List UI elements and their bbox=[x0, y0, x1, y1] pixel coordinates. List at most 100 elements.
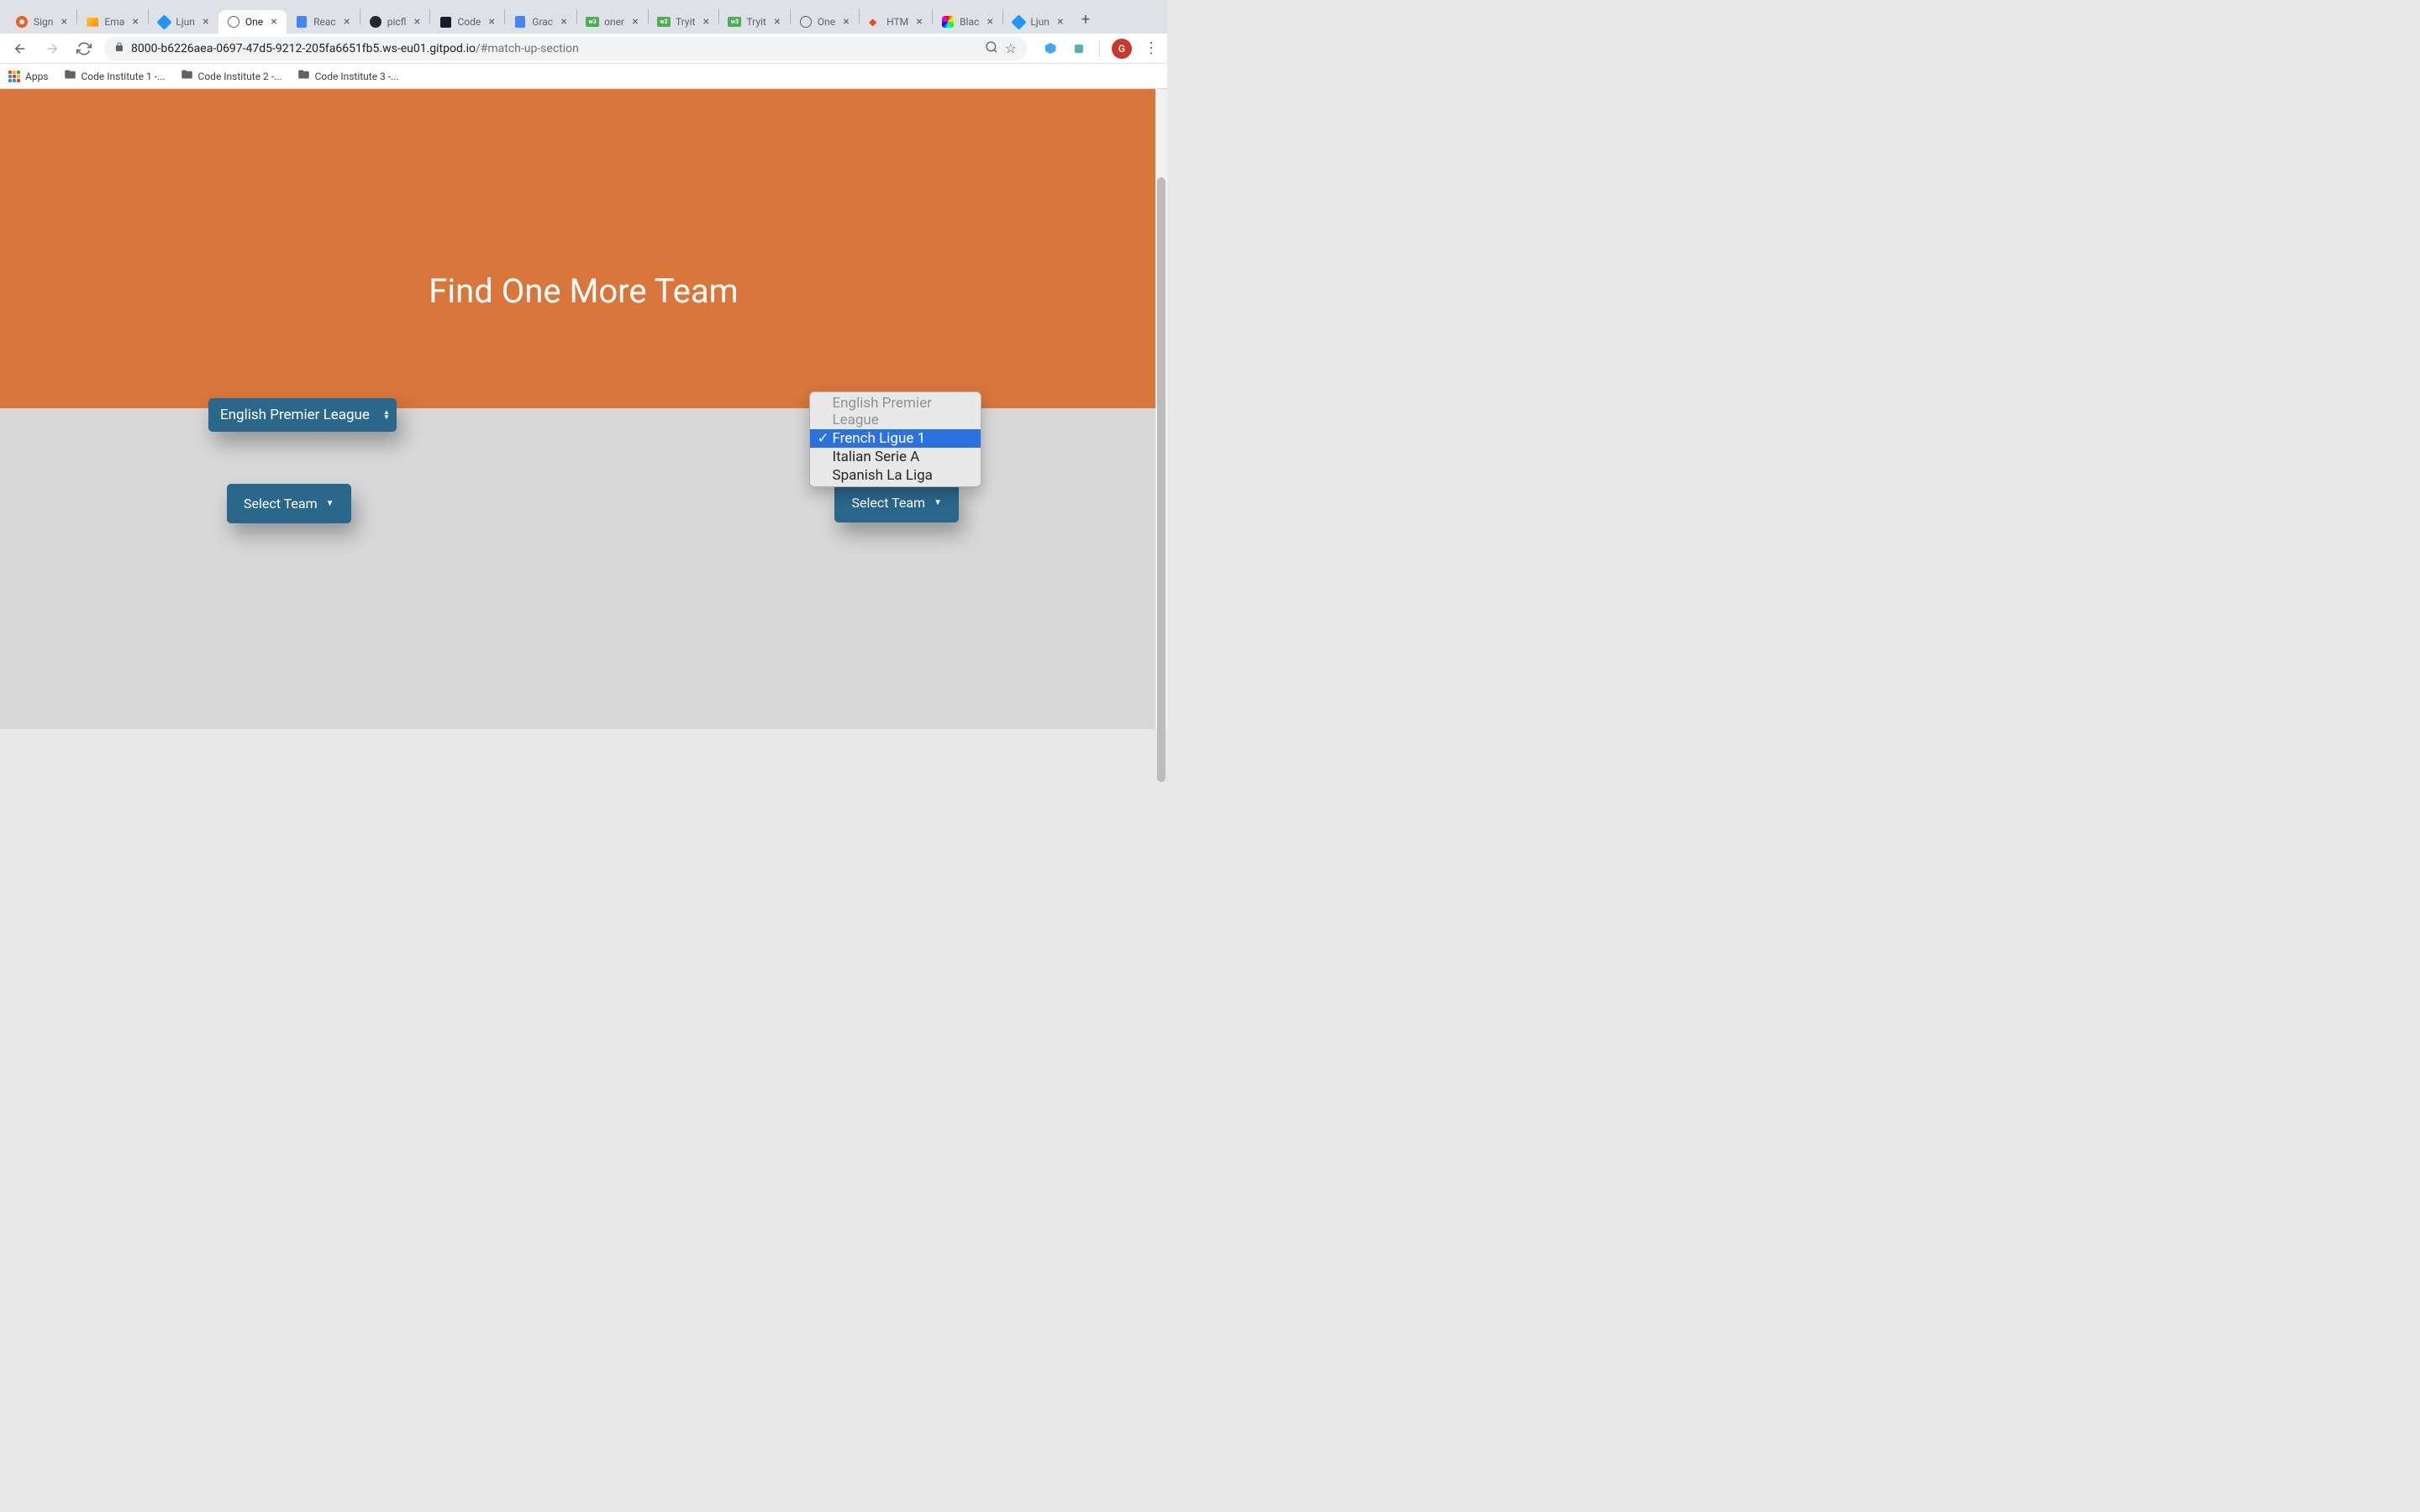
tab-close-icon[interactable]: × bbox=[200, 16, 212, 28]
bookmark-folder[interactable]: Code Institute 3 -... bbox=[297, 68, 399, 84]
tab-close-icon[interactable]: × bbox=[984, 16, 996, 28]
select-team-button-right[interactable]: Select Team ▼ bbox=[834, 483, 959, 522]
forward-button[interactable] bbox=[40, 41, 64, 56]
browser-tab[interactable]: w3 Tryit × bbox=[649, 10, 718, 34]
tab-close-icon[interactable]: × bbox=[700, 16, 712, 28]
new-tab-button[interactable]: + bbox=[1073, 6, 1098, 34]
select-team-label: Select Team bbox=[244, 496, 318, 512]
bookmark-folder-label: Code Institute 1 -... bbox=[82, 71, 166, 82]
browser-tab-strip: Sign × Ema × Ljun × One × Reac × picfl ×… bbox=[0, 0, 1167, 34]
apps-shortcut[interactable]: Apps bbox=[8, 71, 49, 82]
tab-title: Ema bbox=[104, 16, 124, 28]
browser-tab[interactable]: Code × bbox=[430, 10, 504, 34]
browser-tab[interactable]: Ljun × bbox=[1003, 10, 1073, 34]
tab-title: Grac bbox=[532, 16, 553, 28]
browser-tab[interactable]: One × bbox=[791, 10, 859, 34]
apps-label: Apps bbox=[25, 71, 49, 82]
tab-close-icon[interactable]: × bbox=[913, 16, 925, 28]
scrollbar-thumb[interactable] bbox=[1157, 177, 1165, 782]
tab-favicon bbox=[439, 15, 452, 29]
dropdown-option[interactable]: Spanish La Liga bbox=[810, 466, 981, 485]
caret-down-icon: ▼ bbox=[934, 498, 942, 507]
tab-favicon bbox=[295, 15, 308, 29]
select-team-button-left[interactable]: Select Team ▼ bbox=[227, 484, 351, 523]
tab-close-icon[interactable]: × bbox=[341, 16, 353, 28]
browser-tab[interactable]: ◆ HTM × bbox=[860, 10, 932, 34]
divider bbox=[1099, 40, 1100, 57]
left-selector-column: English Premier League ▲▼ Select Team ▼ bbox=[208, 398, 397, 523]
bookmarks-bar: Apps Code Institute 1 -... Code Institut… bbox=[0, 64, 1167, 89]
tab-favicon: w3 bbox=[586, 15, 599, 29]
tab-close-icon[interactable]: × bbox=[129, 16, 141, 28]
tab-favicon bbox=[157, 15, 171, 29]
tab-favicon bbox=[227, 15, 240, 29]
page-title: Find One More Team bbox=[429, 271, 738, 311]
tab-close-icon[interactable]: × bbox=[629, 16, 641, 28]
tab-title: Code bbox=[457, 16, 481, 28]
hero-section: Find One More Team bbox=[0, 89, 1167, 408]
back-button[interactable] bbox=[8, 41, 32, 56]
tab-favicon: w3 bbox=[728, 15, 741, 29]
kebab-menu-icon[interactable]: ⋮ bbox=[1144, 39, 1159, 57]
tab-title: picfl bbox=[387, 16, 407, 28]
address-bar[interactable]: 8000-b6226aea-0697-47d5-9212-205fa6651fb… bbox=[104, 37, 1027, 60]
tab-close-icon[interactable]: × bbox=[486, 16, 497, 28]
browser-tab[interactable]: One × bbox=[218, 10, 287, 34]
tab-favicon: w3 bbox=[657, 15, 671, 29]
search-icon[interactable] bbox=[985, 40, 998, 57]
bookmark-star-icon[interactable]: ☆ bbox=[1005, 40, 1017, 56]
page-viewport: Find One More Team English Premier Leagu… bbox=[0, 89, 1167, 729]
tab-close-icon[interactable]: × bbox=[771, 16, 783, 28]
profile-avatar[interactable]: G bbox=[1112, 39, 1132, 59]
tab-title: Ljun bbox=[176, 16, 195, 28]
tab-favicon bbox=[369, 15, 382, 29]
dropdown-option[interactable]: Italian Serie A bbox=[810, 448, 981, 466]
tab-title: Tryit bbox=[746, 16, 765, 28]
tab-title: Blac bbox=[960, 16, 979, 28]
tab-favicon bbox=[941, 15, 955, 29]
folder-icon bbox=[297, 68, 310, 84]
browser-tab[interactable]: Ljun × bbox=[149, 10, 218, 34]
tab-close-icon[interactable]: × bbox=[268, 16, 280, 28]
browser-tab[interactable]: Ema × bbox=[77, 10, 148, 34]
tab-close-icon[interactable]: × bbox=[411, 16, 423, 28]
browser-tab[interactable]: Grac × bbox=[505, 10, 576, 34]
tab-close-icon[interactable]: × bbox=[840, 16, 852, 28]
select-team-label: Select Team bbox=[851, 495, 925, 511]
bookmark-folder[interactable]: Code Institute 2 -... bbox=[181, 68, 282, 84]
tab-favicon bbox=[513, 15, 527, 29]
tab-title: Reac bbox=[313, 16, 336, 28]
url-text: 8000-b6226aea-0697-47d5-9212-205fa6651fb… bbox=[131, 42, 978, 55]
bookmark-folder-label: Code Institute 2 -... bbox=[198, 71, 282, 82]
league-select-left[interactable]: English Premier League ▲▼ bbox=[208, 398, 397, 432]
tab-favicon bbox=[86, 15, 99, 29]
browser-tab[interactable]: Blac × bbox=[933, 10, 1002, 34]
league-select-value: English Premier League bbox=[220, 407, 370, 423]
address-toolbar: 8000-b6226aea-0697-47d5-9212-205fa6651fb… bbox=[0, 34, 1167, 64]
browser-tab[interactable]: Sign × bbox=[7, 10, 76, 34]
dropdown-option[interactable]: French Ligue 1 bbox=[810, 429, 981, 448]
tab-close-icon[interactable]: × bbox=[558, 16, 570, 28]
extension-icon[interactable] bbox=[1042, 40, 1059, 57]
tab-title: HTM bbox=[886, 16, 908, 28]
league-dropdown-menu[interactable]: English Premier LeagueFrench Ligue 1Ital… bbox=[809, 391, 981, 487]
tab-close-icon[interactable]: × bbox=[1055, 16, 1066, 28]
folder-icon bbox=[64, 68, 76, 84]
tab-close-icon[interactable]: × bbox=[58, 16, 70, 28]
scrollbar-track[interactable] bbox=[1155, 89, 1167, 729]
toolbar-right: G ⋮ bbox=[1035, 39, 1159, 59]
tab-title: Tryit bbox=[676, 16, 695, 28]
extension-icon[interactable] bbox=[1071, 40, 1087, 57]
browser-tab[interactable]: w3 oner × bbox=[577, 10, 648, 34]
browser-tab[interactable]: Reac × bbox=[287, 10, 360, 34]
tab-favicon bbox=[799, 15, 813, 29]
tab-favicon bbox=[1012, 15, 1025, 29]
tab-title: Sign bbox=[34, 16, 53, 28]
reload-button[interactable] bbox=[72, 41, 96, 56]
browser-tab[interactable]: w3 Tryit × bbox=[719, 10, 789, 34]
select-arrows-icon: ▲▼ bbox=[383, 410, 390, 420]
browser-tab[interactable]: picfl × bbox=[360, 10, 430, 34]
bookmark-folder[interactable]: Code Institute 1 -... bbox=[64, 68, 166, 84]
folder-icon bbox=[181, 68, 193, 84]
tab-title: oner bbox=[604, 16, 624, 28]
